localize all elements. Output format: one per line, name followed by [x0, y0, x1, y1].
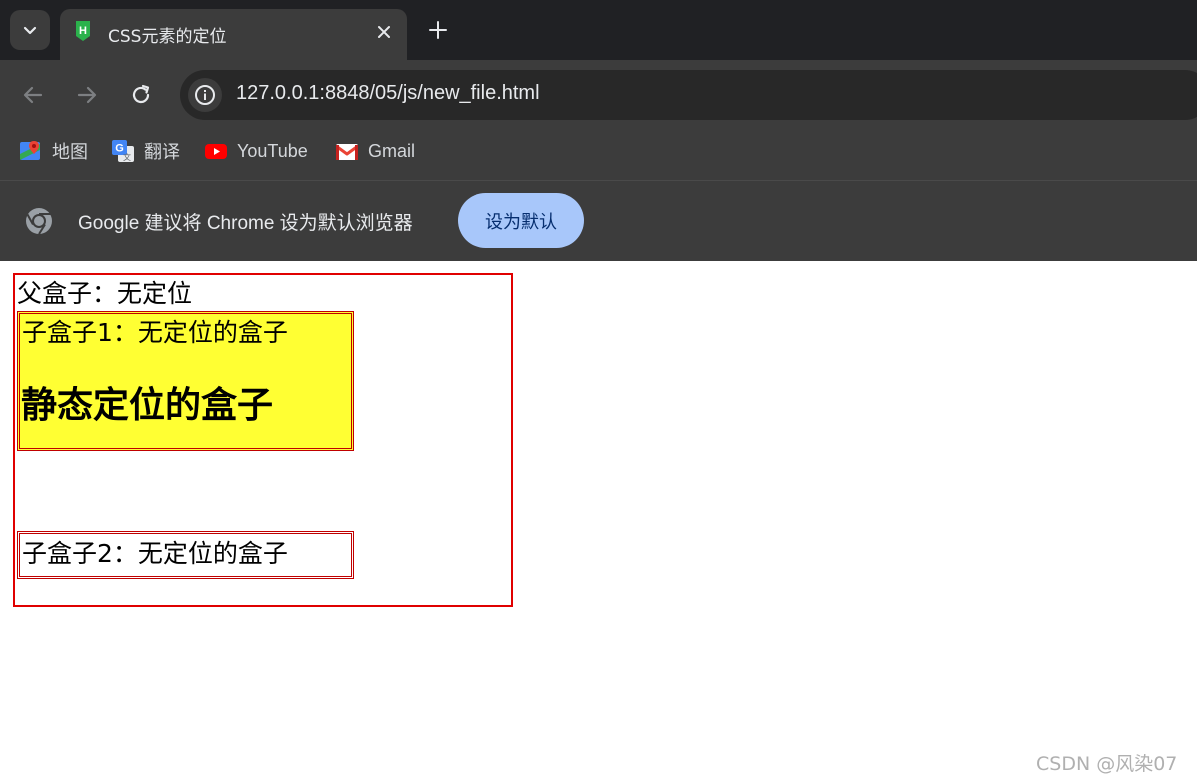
bookmark-maps[interactable]: 地图 [20, 139, 88, 163]
svg-text:文: 文 [123, 152, 131, 162]
reload-button[interactable] [126, 80, 156, 110]
bookmark-label: 地图 [52, 142, 88, 162]
browser-chrome: H CSS元素的定位 127.0.0.1:8848/05/js/new_file… [0, 0, 1197, 261]
tab-strip: H CSS元素的定位 [0, 0, 1197, 60]
bookmark-label: 翻译 [144, 142, 180, 162]
tab-close-button[interactable] [372, 20, 396, 44]
back-button[interactable] [18, 80, 48, 110]
chrome-icon [26, 208, 52, 235]
info-icon [195, 85, 215, 105]
gmail-icon [336, 144, 358, 160]
bookmark-gmail[interactable]: Gmail [336, 139, 415, 163]
bookmark-youtube[interactable]: YouTube [205, 139, 308, 163]
bookmark-label: YouTube [237, 140, 308, 161]
page-content: 父盒子：无定位 子盒子1：无定位的盒子 静态定位的盒子 子盒子2：无定位的盒子 … [0, 261, 1197, 781]
hbuilder-icon: H [76, 21, 90, 41]
child-box-2: 子盒子2：无定位的盒子 [17, 531, 354, 579]
set-default-button[interactable]: 设为默认 [458, 193, 584, 248]
url-text[interactable]: 127.0.0.1:8848/05/js/new_file.html [236, 82, 540, 105]
arrow-right-icon [77, 86, 97, 104]
reload-icon [132, 84, 150, 104]
site-info-button[interactable] [188, 78, 222, 112]
chevron-down-icon [23, 26, 37, 35]
new-tab-button[interactable] [423, 15, 453, 45]
parent-box: 父盒子：无定位 子盒子1：无定位的盒子 静态定位的盒子 子盒子2：无定位的盒子 [13, 273, 513, 607]
arrow-left-icon [23, 86, 43, 104]
close-icon [378, 26, 390, 38]
tab-active[interactable]: H CSS元素的定位 [60, 9, 407, 60]
bookmarks-bar: 地图 G 文 翻译 YouTube Gmail [0, 130, 1197, 181]
parent-box-label: 父盒子：无定位 [17, 279, 193, 308]
bookmark-translate[interactable]: G 文 翻译 [112, 139, 180, 163]
toolbar: 127.0.0.1:8848/05/js/new_file.html [0, 60, 1197, 130]
plus-icon [429, 21, 447, 39]
child-box-2-label: 子盒子2：无定位的盒子 [22, 539, 288, 568]
child-box-1-heading: 静态定位的盒子 [21, 385, 274, 426]
infobar-message: Google 建议将 Chrome 设为默认浏览器 [78, 213, 413, 234]
csdn-watermark: CSDN @风染07 [1036, 753, 1178, 775]
child-box-1-label: 子盒子1：无定位的盒子 [22, 318, 288, 347]
address-bar[interactable]: 127.0.0.1:8848/05/js/new_file.html [180, 70, 1197, 120]
tab-search-button[interactable] [10, 10, 50, 50]
default-browser-infobar: Google 建议将 Chrome 设为默认浏览器 设为默认 [0, 181, 1197, 261]
tab-title: CSS元素的定位 [108, 27, 227, 47]
svg-text:H: H [79, 25, 87, 37]
youtube-icon [205, 144, 227, 159]
bookmark-label: Gmail [368, 140, 416, 161]
forward-button[interactable] [72, 80, 102, 110]
google-translate-icon: G 文 [112, 140, 134, 162]
child-box-1: 子盒子1：无定位的盒子 静态定位的盒子 [17, 311, 354, 451]
google-maps-icon [20, 141, 40, 160]
